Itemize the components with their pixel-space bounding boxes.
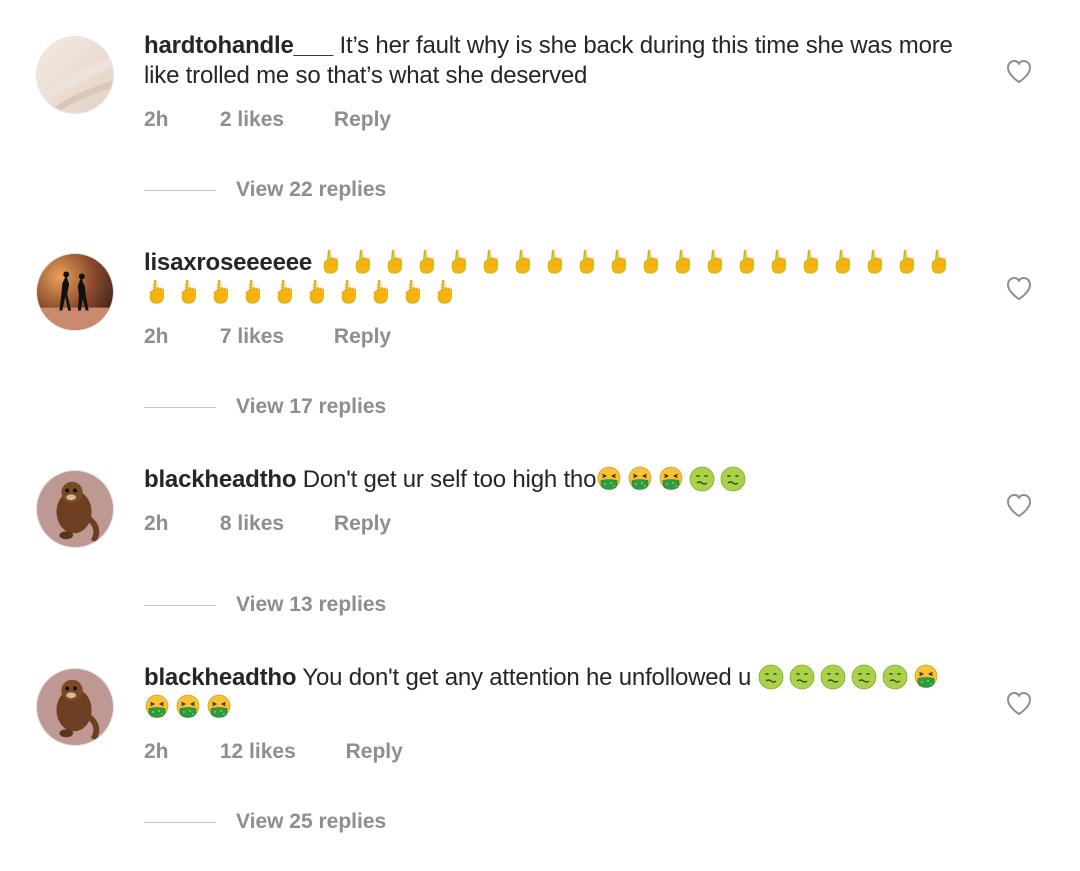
middle-finger-emoji (670, 249, 694, 275)
reply-button[interactable]: Reply (334, 512, 391, 536)
emoji-row (596, 466, 751, 493)
comment-meta: 2h 8 likes Reply (144, 512, 391, 536)
comment-text: hardtohandle___ It’s her fault why is sh… (144, 31, 974, 91)
comment-meta: 2h 12 likes Reply (144, 740, 403, 764)
nauseated-face-emoji (789, 664, 815, 690)
view-replies-button[interactable]: View 25 replies (144, 807, 386, 837)
comment-body: Don't get ur self too high tho (302, 466, 597, 493)
middle-finger-emoji (926, 249, 950, 275)
comment-time: 2h (144, 740, 169, 763)
middle-finger-emoji (702, 249, 726, 275)
middle-finger-emoji (798, 249, 822, 275)
nauseated-face-emoji (851, 664, 877, 690)
comment-time: 2h (144, 108, 169, 131)
vomiting-face-emoji (206, 694, 232, 720)
middle-finger-emoji (144, 279, 168, 305)
heart-outline-icon[interactable] (1005, 690, 1033, 716)
middle-finger-emoji (446, 249, 470, 275)
middle-finger-emoji (400, 279, 424, 305)
comment-meta: 2h 2 likes Reply (144, 108, 391, 132)
comment-meta: 2h 7 likes Reply (144, 325, 391, 349)
comment-username[interactable]: blackheadtho (144, 664, 297, 691)
nauseated-face-emoji (720, 466, 746, 492)
middle-finger-emoji (176, 279, 200, 305)
avatar[interactable] (36, 668, 114, 746)
avatar[interactable] (36, 470, 114, 548)
nauseated-face-emoji (820, 664, 846, 690)
view-replies-label: View 25 replies (236, 810, 387, 833)
middle-finger-emoji (894, 249, 918, 275)
middle-finger-emoji (368, 279, 392, 305)
comment-likes[interactable]: 12 likes (220, 740, 296, 764)
reply-button[interactable]: Reply (346, 740, 403, 764)
middle-finger-emoji (240, 279, 264, 305)
reply-button[interactable]: Reply (334, 325, 391, 349)
comment-body: You don't get any attention he unfollowe… (302, 664, 752, 691)
middle-finger-emoji (766, 249, 790, 275)
middle-finger-emoji (382, 249, 406, 275)
comment-text: blackheadtho Don't get ur self too high … (144, 465, 974, 495)
view-replies-button[interactable]: View 22 replies (144, 175, 386, 205)
view-replies-label: View 22 replies (236, 178, 387, 201)
middle-finger-emoji (542, 249, 566, 275)
avatar[interactable] (36, 253, 114, 331)
middle-finger-emoji (638, 249, 662, 275)
view-replies-label: View 13 replies (236, 593, 387, 616)
comment-likes[interactable]: 2 likes (220, 108, 284, 132)
vomiting-face-emoji (627, 466, 653, 492)
divider-line (144, 604, 216, 606)
middle-finger-emoji (304, 279, 328, 305)
comment-username[interactable]: hardtohandle___ (144, 32, 333, 59)
middle-finger-emoji (830, 249, 854, 275)
view-replies-button[interactable]: View 13 replies (144, 590, 386, 620)
comment-time: 2h (144, 512, 169, 535)
middle-finger-emoji (414, 249, 438, 275)
avatar[interactable] (36, 36, 114, 114)
middle-finger-emoji (432, 279, 456, 305)
middle-finger-emoji (318, 249, 342, 275)
middle-finger-emoji (478, 249, 502, 275)
middle-finger-emoji (734, 249, 758, 275)
middle-finger-emoji (606, 249, 630, 275)
comment-username[interactable]: blackheadtho (144, 466, 297, 493)
middle-finger-emoji (208, 279, 232, 305)
middle-finger-emoji (350, 249, 374, 275)
comment-text: lisaxroseeeeee (144, 248, 974, 308)
nauseated-face-emoji (758, 664, 784, 690)
comment-time: 2h (144, 325, 169, 348)
middle-finger-emoji (272, 279, 296, 305)
vomiting-face-emoji (658, 466, 684, 492)
heart-outline-icon[interactable] (1005, 58, 1033, 84)
comment-text: blackheadtho You don't get any attention… (144, 663, 974, 723)
comment-likes[interactable]: 7 likes (220, 325, 284, 349)
middle-finger-emoji (336, 279, 360, 305)
vomiting-face-emoji (144, 694, 170, 720)
nauseated-face-emoji (689, 466, 715, 492)
divider-line (144, 189, 216, 191)
view-replies-label: View 17 replies (236, 395, 387, 418)
comment-likes[interactable]: 8 likes (220, 512, 284, 536)
nauseated-face-emoji (882, 664, 908, 690)
vomiting-face-emoji (913, 664, 939, 690)
vomiting-face-emoji (596, 466, 622, 492)
reply-button[interactable]: Reply (334, 108, 391, 132)
divider-line (144, 821, 216, 823)
heart-outline-icon[interactable] (1005, 275, 1033, 301)
middle-finger-emoji (862, 249, 886, 275)
vomiting-face-emoji (175, 694, 201, 720)
comment-username[interactable]: lisaxroseeeeee (144, 249, 312, 276)
view-replies-button[interactable]: View 17 replies (144, 392, 386, 422)
divider-line (144, 406, 216, 408)
heart-outline-icon[interactable] (1005, 492, 1033, 518)
middle-finger-emoji (574, 249, 598, 275)
middle-finger-emoji (510, 249, 534, 275)
